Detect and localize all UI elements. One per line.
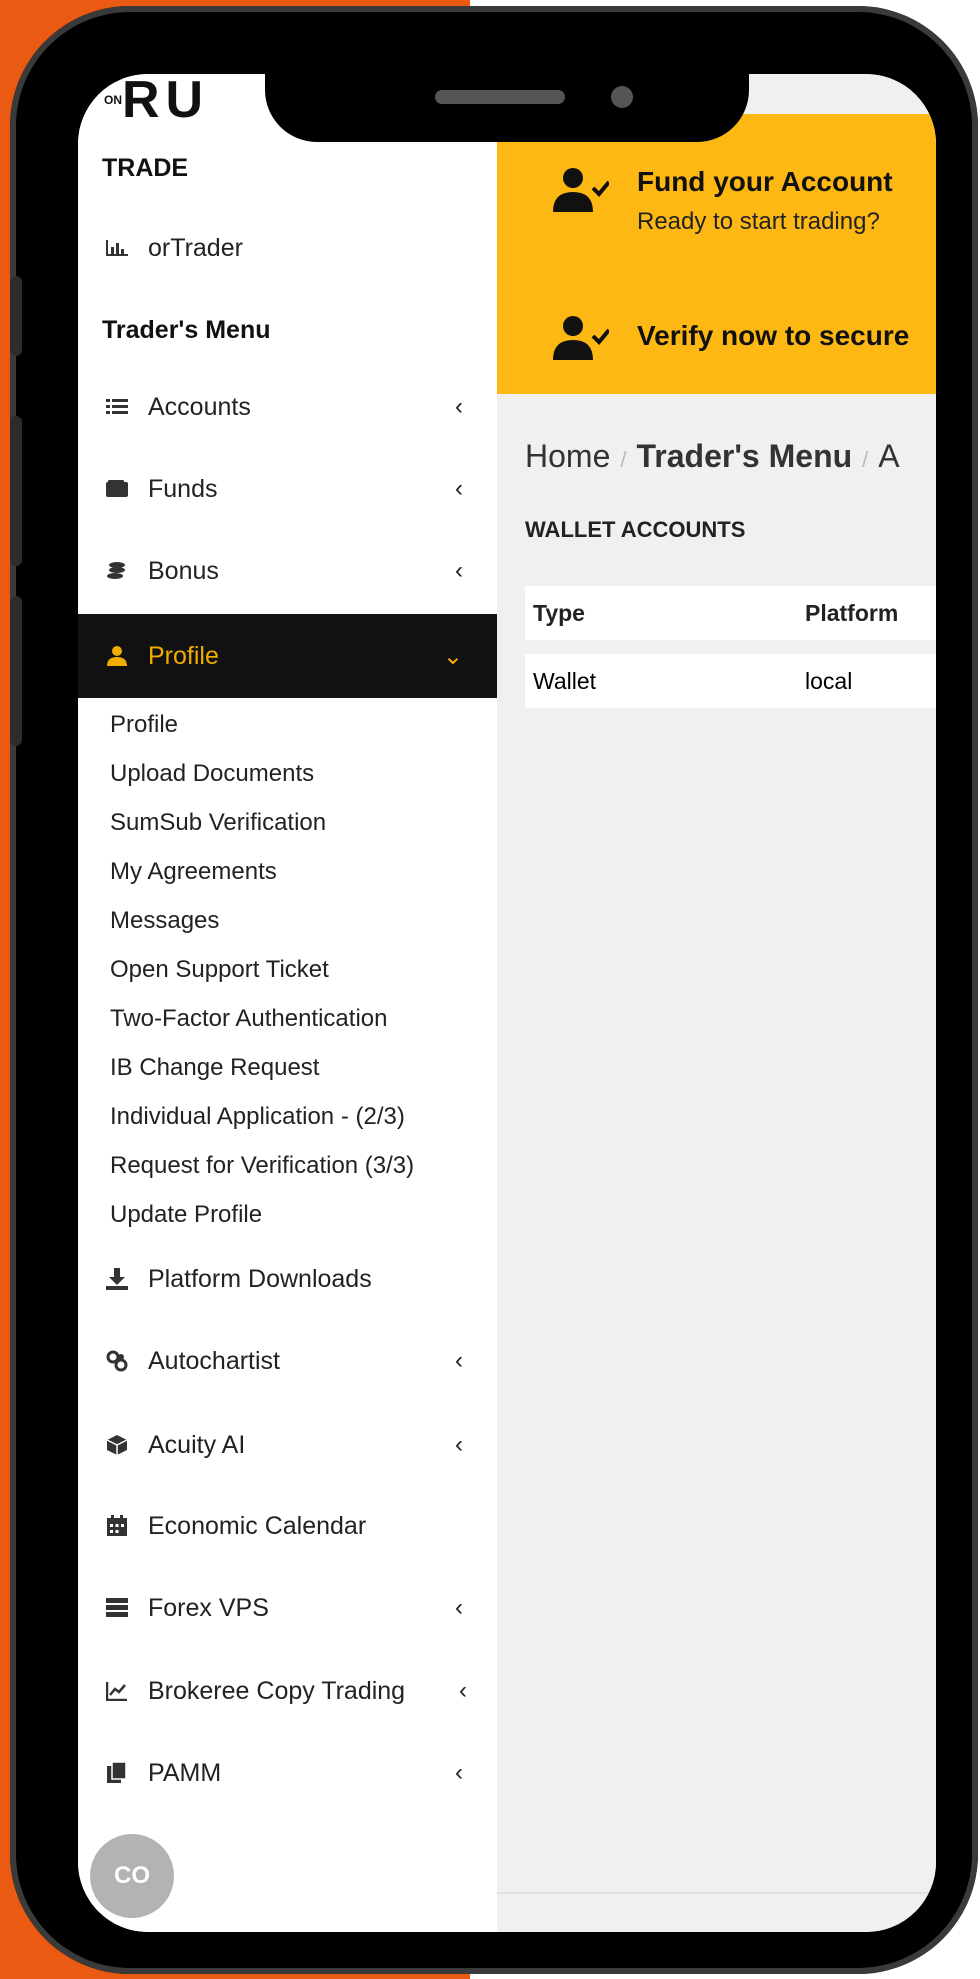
phone-screen: ONRU TRADE orTrader Trader's Menu Accoun… <box>78 74 936 1932</box>
logo[interactable]: ONRU <box>104 74 264 126</box>
sidebar-item-acuity-ai[interactable]: Acuity AI ‹ <box>78 1405 497 1485</box>
submenu-item-messages[interactable]: Messages <box>110 896 414 945</box>
submenu-item-sumsub-verification[interactable]: SumSub Verification <box>110 798 414 847</box>
submenu-item-my-agreements[interactable]: My Agreements <box>110 847 414 896</box>
submenu-item-request-verification[interactable]: Request for Verification (3/3) <box>110 1141 414 1190</box>
submenu-item-individual-application[interactable]: Individual Application - (2/3) <box>110 1092 414 1141</box>
chevron-down-icon: ⌄ <box>442 642 463 670</box>
sidebar-item-label: Platform Downloads <box>148 1264 372 1293</box>
breadcrumb-home[interactable]: Home <box>525 438 610 474</box>
submenu-item-profile[interactable]: Profile <box>110 700 414 749</box>
phone-button <box>10 276 22 356</box>
sidebar-item-forex-vps[interactable]: Forex VPS ‹ <box>78 1568 497 1648</box>
chart-pattern-icon <box>102 1350 132 1372</box>
sidebar-item-label: orTrader <box>148 233 243 262</box>
submenu-item-two-factor[interactable]: Two-Factor Authentication <box>110 994 414 1043</box>
phone-frame: ONRU TRADE orTrader Trader's Menu Accoun… <box>10 6 978 1974</box>
phone-button <box>10 416 22 566</box>
table-row[interactable]: Wallet local <box>525 654 936 708</box>
sidebar-item-profile[interactable]: Profile ⌄ <box>78 614 497 698</box>
sidebar-item-economic-calendar[interactable]: Economic Calendar <box>78 1486 497 1566</box>
fund-account-title: Fund your Account <box>637 166 893 197</box>
calendar-icon <box>102 1515 132 1537</box>
sidebar-item-pamm[interactable]: PAMM ‹ <box>78 1733 497 1813</box>
sidebar-item-label: Profile <box>148 641 219 670</box>
verify-alert[interactable]: Verify now to secure <box>553 314 909 364</box>
chevron-left-icon: ‹ <box>455 1431 463 1458</box>
chevron-left-icon: ‹ <box>455 393 463 420</box>
wallet-table: Type Platform Wallet local <box>525 586 936 722</box>
cell-platform: local <box>805 667 853 694</box>
breadcrumb-current: A <box>878 438 900 474</box>
column-header-type[interactable]: Type <box>525 600 805 627</box>
sidebar-item-bonus[interactable]: Bonus ‹ <box>78 531 497 611</box>
chevron-left-icon: ‹ <box>455 1347 463 1374</box>
wallet-icon <box>102 480 132 498</box>
sidebar: ONRU TRADE orTrader Trader's Menu Accoun… <box>78 74 497 1932</box>
column-header-platform[interactable]: Platform <box>805 600 936 627</box>
sidebar-item-label: Bonus <box>148 556 219 585</box>
trade-heading: TRADE <box>102 154 189 182</box>
verify-title: Verify now to secure <box>637 320 910 351</box>
bar-chart-icon <box>102 238 132 258</box>
sidebar-item-funds[interactable]: Funds ‹ <box>78 449 497 529</box>
chevron-left-icon: ‹ <box>455 475 463 502</box>
fund-account-subtitle: Ready to start trading? <box>637 208 880 235</box>
sidebar-item-label: Forex VPS <box>148 1593 269 1622</box>
user-check-icon <box>553 168 609 212</box>
cell-type: Wallet <box>533 667 597 694</box>
sidebar-item-label: Economic Calendar <box>148 1511 367 1540</box>
submenu-item-upload-documents[interactable]: Upload Documents <box>110 749 414 798</box>
breadcrumb-separator: / <box>862 447 869 472</box>
breadcrumb-traders-menu[interactable]: Trader's Menu <box>636 438 852 474</box>
breadcrumb-separator: / <box>620 447 627 472</box>
line-chart-icon <box>102 1681 132 1701</box>
list-icon <box>102 398 132 416</box>
sidebar-item-label: Autochartist <box>148 1346 281 1375</box>
sidebar-item-label: PAMM <box>148 1758 222 1787</box>
wallet-accounts-title: WALLET ACCOUNTS <box>525 517 746 542</box>
cube-icon <box>102 1434 132 1456</box>
sidebar-item-label: Accounts <box>148 392 251 421</box>
camera <box>611 86 633 108</box>
phone-button <box>10 596 22 746</box>
sidebar-item-brokeree-copy-trading[interactable]: Brokeree Copy Trading ‹ <box>78 1651 497 1731</box>
breadcrumb: Home / Trader's Menu / A <box>525 438 900 475</box>
sidebar-item-autochartist[interactable]: Autochartist ‹ <box>78 1321 497 1401</box>
chevron-left-icon: ‹ <box>455 1594 463 1621</box>
chevron-left-icon: ‹ <box>455 1759 463 1786</box>
alert-banner: Fund your Account Ready to start trading… <box>497 114 936 394</box>
sidebar-item-label: Brokeree Copy Trading <box>148 1676 406 1705</box>
sidebar-item-label: Funds <box>148 474 218 503</box>
main-content: Fund your Account Ready to start trading… <box>497 74 936 1932</box>
fund-account-alert[interactable]: Fund your Account Ready to start trading… <box>553 166 893 236</box>
sidebar-item-ortrader[interactable]: orTrader <box>78 208 497 288</box>
sidebar-item-accounts[interactable]: Accounts ‹ <box>78 367 497 447</box>
download-icon <box>102 1268 132 1290</box>
chevron-left-icon: ‹ <box>455 557 463 584</box>
server-icon <box>102 1598 132 1618</box>
copy-icon <box>102 1762 132 1784</box>
submenu-item-ib-change-request[interactable]: IB Change Request <box>110 1043 414 1092</box>
profile-submenu: Profile Upload Documents SumSub Verifica… <box>110 700 414 1239</box>
submenu-item-open-support-ticket[interactable]: Open Support Ticket <box>110 945 414 994</box>
table-header: Type Platform <box>525 586 936 640</box>
submenu-item-update-profile[interactable]: Update Profile <box>110 1190 414 1239</box>
traders-menu-heading: Trader's Menu <box>102 316 271 344</box>
sidebar-item-platform-downloads[interactable]: Platform Downloads <box>78 1239 497 1319</box>
user-icon <box>102 645 132 667</box>
user-check-icon <box>553 316 609 360</box>
phone-notch <box>265 60 749 142</box>
coins-icon <box>102 560 132 582</box>
chat-button[interactable]: CO <box>90 1834 174 1918</box>
logo-small-text: ON <box>104 93 122 107</box>
logo-text: RU <box>122 74 210 126</box>
chevron-left-icon: ‹ <box>459 1677 467 1704</box>
sidebar-item-label: Acuity AI <box>148 1430 246 1459</box>
footer-divider <box>497 1892 936 1894</box>
speaker <box>435 90 565 104</box>
